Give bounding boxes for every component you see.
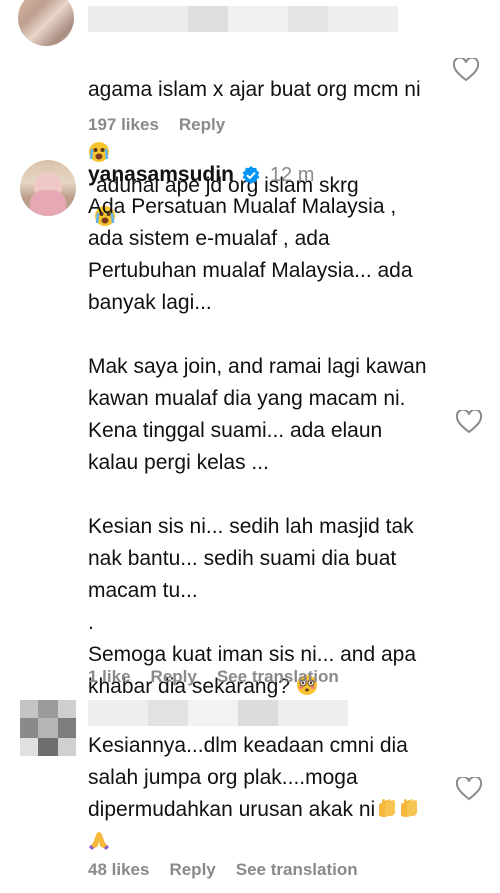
clapping-hands-emoji-icon bbox=[379, 799, 396, 817]
comment-username[interactable]: yanasamsudin 12 m bbox=[88, 163, 314, 187]
reply-button[interactable]: Reply bbox=[151, 667, 197, 687]
avatar[interactable] bbox=[18, 0, 74, 46]
blurred-username bbox=[88, 6, 398, 32]
comment-meta: 48 likes Reply See translation bbox=[88, 860, 358, 880]
likes-count[interactable]: 1 like bbox=[88, 667, 131, 687]
likes-count[interactable]: 48 likes bbox=[88, 860, 149, 880]
reply-button[interactable]: Reply bbox=[169, 860, 215, 880]
comment-2: yanasamsudin 12 m Ada Persatuan Mualaf M… bbox=[0, 155, 500, 698]
blurred-username bbox=[88, 700, 348, 726]
clapping-hands-emoji-icon bbox=[401, 799, 418, 817]
reply-button[interactable]: Reply bbox=[179, 115, 225, 135]
avatar[interactable] bbox=[20, 160, 76, 216]
comment-text: Kesiannya...dlm keadaan cmni dia salah j… bbox=[88, 730, 419, 858]
comment-1: agama islam x ajar buat org mcm ni aduha… bbox=[0, 0, 500, 226]
comment-3: Kesiannya...dlm keadaan cmni dia salah j… bbox=[0, 690, 500, 893]
heart-outline-icon[interactable] bbox=[453, 58, 479, 82]
comment-meta: 1 like Reply See translation bbox=[88, 667, 339, 687]
likes-count[interactable]: 197 likes bbox=[88, 115, 159, 135]
praying-hands-emoji-icon bbox=[88, 832, 110, 851]
verified-badge-icon bbox=[242, 166, 260, 184]
comment-text: Ada Persatuan Mualaf Malaysia , ada sist… bbox=[88, 195, 427, 698]
heart-outline-icon[interactable] bbox=[456, 410, 482, 434]
comment-meta: 197 likes Reply bbox=[88, 115, 225, 135]
comment-time: 12 m bbox=[269, 163, 315, 186]
see-translation-link[interactable]: See translation bbox=[217, 667, 339, 687]
see-translation-link[interactable]: See translation bbox=[236, 860, 358, 880]
avatar[interactable] bbox=[20, 700, 76, 756]
heart-outline-icon[interactable] bbox=[456, 777, 482, 801]
